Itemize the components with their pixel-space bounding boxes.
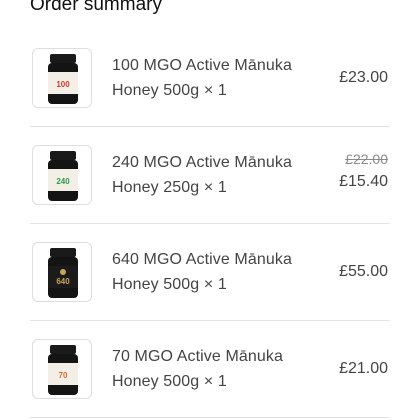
product-thumbnail: 240 (32, 145, 92, 205)
product-thumbnail: 100 (32, 48, 92, 108)
order-summary-heading: Order summary (30, 0, 162, 15)
product-thumbnail: 70 (32, 339, 92, 399)
item-name: 100 MGO Active Mānuka Honey 500g × 1 (112, 57, 292, 99)
item-name: 70 MGO Active Mānuka Honey 500g × 1 (112, 348, 283, 390)
item-price: £55.00 (339, 263, 388, 280)
order-items-list: 100 100 MGO Active Mānuka Honey 500g × 1… (30, 30, 390, 418)
jar-mgo-label: 640 (56, 277, 70, 286)
jar-mgo-label: 100 (56, 80, 70, 89)
honey-jar-icon: 70 (48, 345, 78, 395)
order-item: 240 240 MGO Active Mānuka Honey 250g × 1… (30, 127, 390, 224)
honey-jar-icon: 640 (48, 248, 78, 298)
honey-jar-icon: 240 (48, 151, 78, 201)
order-item: 70 70 MGO Active Mānuka Honey 500g × 1 £… (30, 321, 390, 418)
item-price: £23.00 (339, 69, 388, 86)
order-item: 640 640 MGO Active Mānuka Honey 500g × 1… (30, 224, 390, 321)
item-name: 640 MGO Active Mānuka Honey 500g × 1 (112, 251, 292, 293)
product-thumbnail: 640 (32, 242, 92, 302)
item-original-price: £22.00 (345, 151, 388, 167)
jar-mgo-label: 240 (56, 177, 70, 186)
jar-mgo-label: 70 (59, 371, 68, 380)
honey-jar-icon: 100 (48, 54, 78, 104)
order-summary-panel: Order summary 100 100 MGO Active Mānuka … (0, 0, 420, 420)
item-price: £21.00 (339, 360, 388, 377)
item-sale-price: £15.40 (339, 173, 388, 190)
item-name: 240 MGO Active Mānuka Honey 250g × 1 (112, 154, 292, 196)
order-item: 100 100 MGO Active Mānuka Honey 500g × 1… (30, 30, 390, 127)
